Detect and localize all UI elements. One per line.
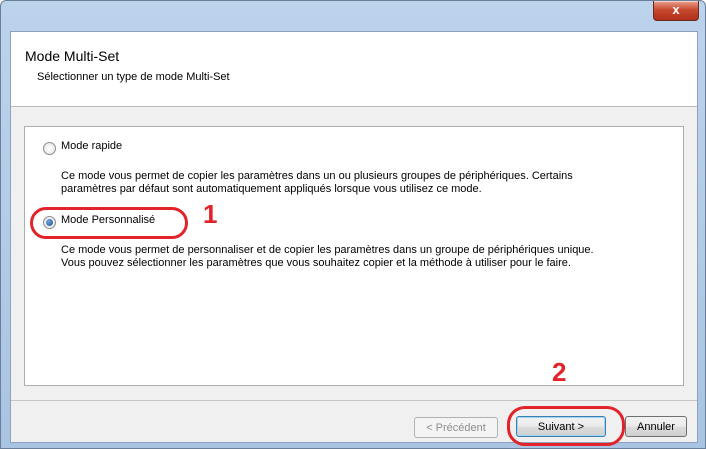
previous-button[interactable]: < Précédent — [414, 417, 498, 438]
mode-options-panel: Mode rapide Ce mode vous permet de copie… — [24, 126, 684, 386]
close-button[interactable]: x — [653, 1, 699, 21]
title-bar[interactable]: x — [1, 1, 705, 31]
option-description-line: Ce mode vous permet de copier les paramè… — [61, 170, 573, 182]
callout-number-1: 1 — [203, 199, 218, 229]
page-title: Mode Multi-Set — [25, 48, 120, 64]
cancel-button[interactable]: Annuler — [625, 416, 687, 437]
option-description-line: paramètres par défaut sont automatiqueme… — [61, 183, 482, 195]
callout-number-2: 2 — [552, 357, 567, 387]
radio-mode-personnalise[interactable] — [43, 216, 56, 229]
radio-mode-rapide[interactable] — [43, 142, 56, 155]
next-button[interactable]: Suivant > — [516, 416, 606, 437]
dialog-window: x Mode Multi-Set Sélectionner un type de… — [0, 0, 706, 449]
dialog-client-area: Mode Multi-Set Sélectionner un type de m… — [10, 31, 698, 446]
option-description-line: Vous pouvez sélectionner les paramètres … — [61, 257, 571, 269]
wizard-header: Mode Multi-Set Sélectionner un type de m… — [11, 32, 697, 107]
option-label-mode-personnalise[interactable]: Mode Personnalisé — [61, 214, 155, 226]
footer-separator — [11, 400, 697, 401]
page-subtitle: Sélectionner un type de mode Multi-Set — [37, 71, 230, 83]
option-description-line: Ce mode vous permet de personnaliser et … — [61, 244, 594, 256]
option-label-mode-rapide[interactable]: Mode rapide — [61, 140, 122, 152]
